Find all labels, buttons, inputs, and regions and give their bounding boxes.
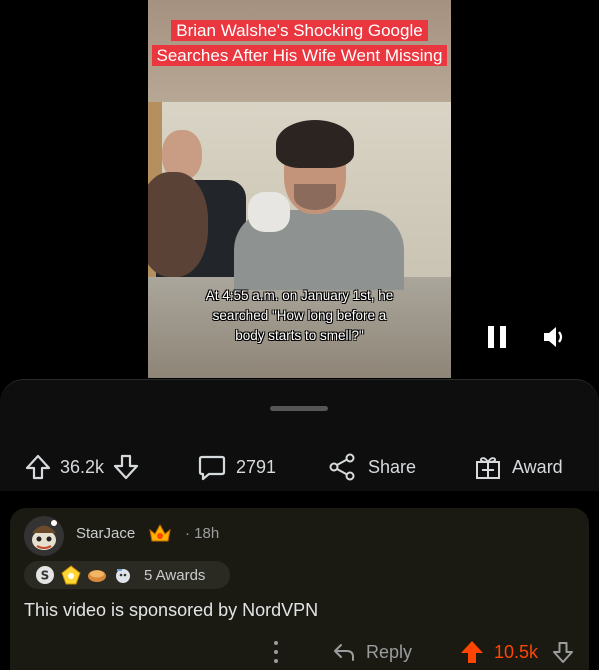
video-title: Brian Walshe's Shocking Google Searches …: [151, 20, 448, 66]
video-caption: At 4:55 a.m. on January 1st, he searched…: [205, 288, 394, 343]
arrow-up-icon: [25, 454, 51, 480]
post-score: 36.2k: [60, 456, 105, 477]
reply-arrow-icon: [334, 644, 354, 661]
share-label: Share: [368, 456, 417, 477]
gold-badge-award-icon: [60, 564, 82, 586]
gift-icon: [476, 457, 500, 479]
speaker-icon: [544, 327, 563, 347]
comment-action-bar: Reply 10.5k: [10, 636, 589, 666]
sheet-grab-handle[interactable]: [270, 406, 328, 411]
upvote-button[interactable]: [24, 453, 52, 481]
video-frame: [148, 102, 451, 290]
awards-count: 5 Awards: [144, 566, 206, 584]
volume-button[interactable]: [542, 326, 570, 348]
comment-score: 10.5k: [494, 641, 539, 662]
bread-award-icon: [86, 564, 108, 586]
svg-text:S: S: [41, 569, 50, 583]
share-icon: [329, 453, 355, 481]
silver-award-icon: S: [34, 564, 56, 586]
comment-card: StarJace · 18h S 5 Awards This video is …: [10, 508, 589, 670]
arrow-down-icon: [113, 454, 139, 480]
comment-upvote-button[interactable]: 10.5k: [460, 638, 538, 666]
vote-group: 36.2k: [24, 450, 140, 484]
award-label: Award: [512, 456, 563, 477]
crown-badge-icon: [149, 523, 171, 542]
award-button[interactable]: Award: [474, 450, 563, 484]
reply-label: Reply: [366, 641, 413, 662]
comment-count: 2791: [236, 456, 277, 477]
comments-button[interactable]: 2791: [198, 450, 276, 484]
comment-downvote-button[interactable]: [551, 640, 575, 669]
comment-username[interactable]: StarJace: [76, 525, 135, 542]
downvote-button[interactable]: [112, 453, 140, 481]
video-title-banner: Brian Walshe's Shocking Google Searches …: [148, 18, 451, 68]
comment-timestamp: · 18h: [185, 525, 220, 542]
snoo-award-icon: [112, 564, 134, 586]
post-action-bar: 36.2k 2791 Share Award: [0, 450, 599, 484]
reply-button[interactable]: Reply: [332, 638, 412, 666]
post-action-sheet: 36.2k 2791 Share Award: [0, 379, 599, 491]
avatar[interactable]: [24, 516, 64, 556]
awards-row[interactable]: S 5 Awards: [24, 561, 230, 589]
arrow-down-icon: [553, 642, 573, 663]
arrow-up-filled-icon: [461, 641, 483, 663]
snoo-avatar-icon: [24, 516, 64, 556]
user-flair: [148, 522, 172, 544]
share-button[interactable]: Share: [328, 450, 416, 484]
pause-button[interactable]: [488, 326, 506, 348]
comment-bubble-icon: [198, 455, 226, 481]
comment-text: This video is sponsored by NordVPN: [24, 600, 319, 620]
more-options-button[interactable]: [268, 638, 284, 666]
video-player[interactable]: Brian Walshe's Shocking Google Searches …: [148, 0, 451, 378]
